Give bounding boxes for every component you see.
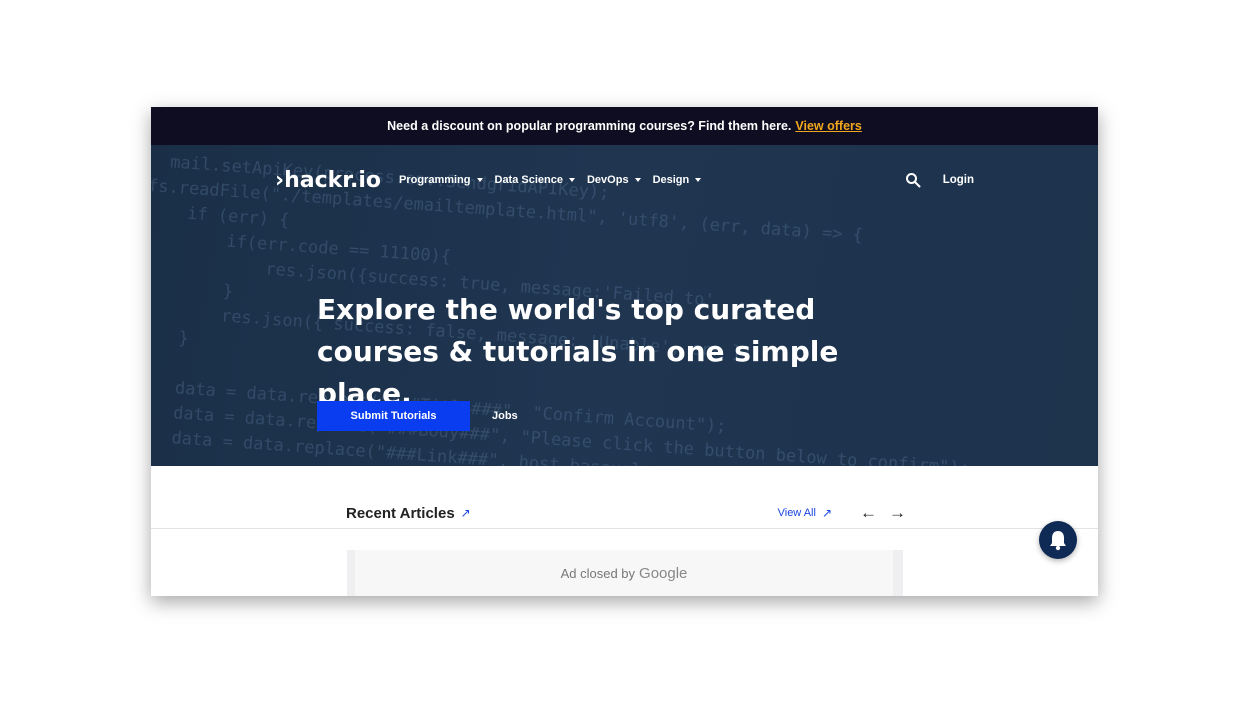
menu-design-label: Design bbox=[652, 174, 690, 186]
submit-tutorials-button[interactable]: Submit Tutorials bbox=[317, 401, 470, 431]
ad-closed-notice: Ad closed by Google bbox=[355, 550, 893, 596]
hackr-logo[interactable]: ›hackr.io bbox=[275, 168, 381, 193]
nav-right: Login bbox=[905, 172, 974, 188]
hero-actions: Submit Tutorials Jobs bbox=[317, 401, 518, 431]
recent-articles-header: Recent Articles ↗ View All ↗ ← → bbox=[346, 502, 906, 524]
menu-data-science[interactable]: Data Science bbox=[495, 174, 575, 186]
arrow-right-icon[interactable]: → bbox=[889, 503, 906, 523]
external-arrow-icon: ↗ bbox=[460, 506, 471, 520]
menu-devops[interactable]: DevOps bbox=[587, 174, 641, 186]
carousel-arrows: ← → bbox=[860, 503, 906, 523]
bell-icon bbox=[1050, 531, 1066, 551]
section-divider bbox=[151, 528, 1098, 529]
jobs-link[interactable]: Jobs bbox=[492, 410, 518, 422]
recent-articles-section: Recent Articles ↗ View All ↗ ← → Ad clos… bbox=[151, 466, 1098, 596]
chevron-down-icon bbox=[568, 178, 575, 182]
menu-data-science-label: Data Science bbox=[494, 174, 563, 186]
external-arrow-icon: ↗ bbox=[821, 506, 832, 520]
browser-window: Need a discount on popular programming c… bbox=[151, 107, 1098, 596]
view-all-link[interactable]: View All ↗ bbox=[778, 506, 832, 520]
notification-bell-button[interactable] bbox=[1039, 521, 1077, 559]
menu-programming-label: Programming bbox=[398, 174, 471, 186]
menu-devops-label: DevOps bbox=[586, 174, 629, 186]
arrow-left-icon[interactable]: ← bbox=[860, 503, 877, 523]
search-icon[interactable] bbox=[905, 172, 921, 188]
ad-slot: Ad closed by Google bbox=[347, 550, 903, 596]
hero-headline: Explore the world's top curated courses … bbox=[317, 293, 839, 410]
recent-articles-title[interactable]: Recent Articles bbox=[346, 505, 455, 522]
hero-section: mail.setApiKey(process.env.SendgridAPIKe… bbox=[151, 145, 1098, 466]
menu-design[interactable]: Design bbox=[653, 174, 702, 186]
chevron-down-icon bbox=[695, 178, 702, 182]
google-logo-text: Google bbox=[639, 564, 688, 582]
chevron-down-icon bbox=[476, 178, 483, 182]
view-offers-link[interactable]: View offers bbox=[795, 119, 861, 133]
promo-text: Need a discount on popular programming c… bbox=[387, 119, 792, 133]
login-link[interactable]: Login bbox=[943, 174, 974, 186]
chevron-down-icon bbox=[634, 178, 641, 182]
ad-closed-text: Ad closed by bbox=[560, 565, 636, 581]
menu-programming[interactable]: Programming bbox=[399, 174, 483, 186]
top-navigation: ›hackr.io Programming Data Science DevOp… bbox=[275, 165, 974, 195]
view-all-label: View All bbox=[777, 507, 816, 519]
main-menu: Programming Data Science DevOps Design bbox=[399, 174, 702, 186]
promo-banner: Need a discount on popular programming c… bbox=[151, 107, 1098, 145]
